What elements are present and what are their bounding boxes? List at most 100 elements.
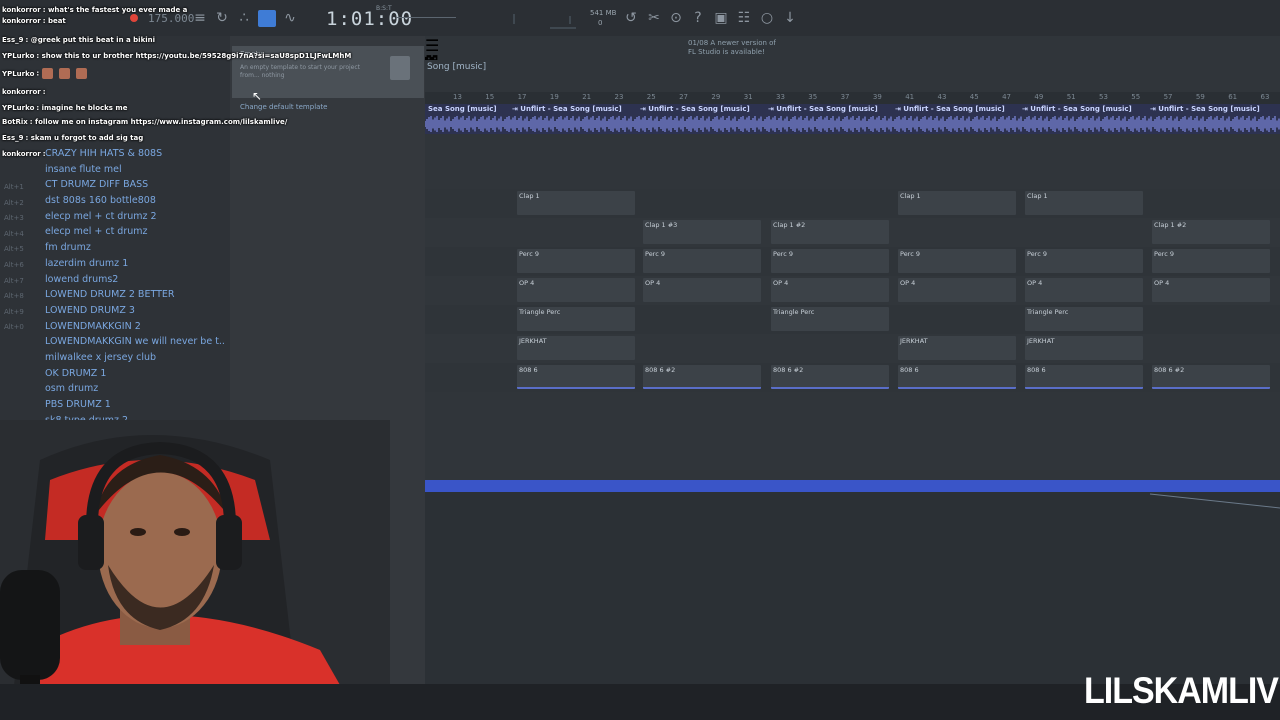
- browser-item[interactable]: fm drumz: [45, 240, 225, 256]
- browser-item[interactable]: LOWENDMAKKGIN we will never be t...: [45, 334, 225, 350]
- wave-icon[interactable]: ∿: [282, 10, 298, 26]
- ruler-bar-number: 21: [582, 93, 592, 101]
- chat-username: konkorror: [2, 17, 41, 25]
- update-notification[interactable]: 01/08 A newer version of FL Studio is av…: [688, 39, 778, 57]
- chat-separator: :: [42, 88, 46, 96]
- ruler-bar-number: 17: [517, 93, 527, 101]
- ruler-bar-number: 19: [549, 93, 559, 101]
- ruler-bar-number: 63: [1260, 93, 1270, 101]
- download-icon[interactable]: ↓: [782, 10, 798, 26]
- chat-username: konkorror: [2, 6, 41, 14]
- metronome-icon[interactable]: ≡: [192, 10, 208, 26]
- pattern-clip-label: Perc 9: [900, 250, 920, 258]
- playlist-tool-icon[interactable]: ☰: [425, 36, 1280, 55]
- ruler-bar-number: 43: [937, 93, 947, 101]
- browser-item[interactable]: lowend drums2: [45, 272, 225, 288]
- browser-item[interactable]: osm drumz: [45, 381, 225, 397]
- ruler-bar-number: 33: [776, 93, 785, 101]
- playlist-empty-area: [425, 492, 1280, 684]
- save-icon[interactable]: ▣: [713, 10, 729, 26]
- audio-clip-label[interactable]: ⇥ Unflirt - Sea Song [music]: [512, 105, 622, 113]
- shortcut-label: Alt+4: [4, 229, 24, 238]
- timeline-ruler[interactable]: 13 15 17 19 21 23 25 27 29 31 33 35 37 39 41 43 45 47 49 51…: [425, 92, 1280, 104]
- pattern-clip[interactable]: [1152, 278, 1270, 302]
- chat-username: YPLurko: [2, 52, 35, 60]
- chat-separator: :: [42, 150, 46, 158]
- pattern-clip[interactable]: [771, 278, 889, 302]
- waveform-path: [425, 116, 1280, 132]
- memory-sub-readout: 0: [598, 19, 603, 27]
- pattern-clip[interactable]: [643, 278, 761, 302]
- ruler-bar-number: 55: [1131, 93, 1141, 101]
- browser-item[interactable]: insane flute mel: [45, 162, 225, 178]
- ruler-bar-number: 13: [453, 93, 462, 101]
- audio-clip-label[interactable]: ⇥ Unflirt - Sea Song [music]: [640, 105, 750, 113]
- browser-item[interactable]: LOWEND DRUMZ 2 BETTER: [45, 287, 225, 303]
- change-template-link[interactable]: Change default template: [240, 103, 327, 111]
- browser-item[interactable]: CT DRUMZ DIFF BASS: [45, 177, 225, 193]
- master-volume-slider[interactable]: [396, 17, 456, 18]
- chat-bubble-icon[interactable]: ○: [759, 10, 775, 26]
- ruler-bar-number: 59: [1195, 93, 1205, 101]
- browser-item[interactable]: milwalkee x jersey club: [45, 350, 225, 366]
- chat-message: konkorror: what's the fastest you ever m…: [2, 6, 187, 14]
- browser-item[interactable]: CRAZY HIH HATS & 808S: [45, 146, 225, 162]
- chat-text: follow me on instagram https://www.insta…: [35, 118, 288, 126]
- audio-clip-label[interactable]: ⇥ Unflirt - Sea Song [music]: [1022, 105, 1132, 113]
- ruler-bar-number: 49: [1034, 93, 1044, 101]
- chat-message: konkorror:: [2, 150, 46, 158]
- browser-item[interactable]: elecp mel + ct drumz 2: [45, 209, 225, 225]
- pattern-clip-label: Clap 1: [519, 192, 540, 200]
- chat-text: @greek put this beat in a bikini: [30, 36, 156, 44]
- pattern-clip[interactable]: [1025, 278, 1143, 302]
- ruler-bar-number: 45: [969, 93, 979, 101]
- chat-emote-icon: [41, 68, 53, 79]
- chat-message: konkorror: beat: [2, 17, 66, 25]
- browser-item[interactable]: OK DRUMZ 1: [45, 366, 225, 382]
- loop-icon[interactable]: ↻: [214, 10, 230, 26]
- browser-shortcut-column: Alt+1 Alt+2 Alt+3 Alt+4 Alt+5 Alt+6 Alt+…: [0, 180, 30, 336]
- template-description: An empty template to start your project: [240, 64, 360, 71]
- chat-message: Ess_9: skam u forgot to add sig tag: [2, 134, 143, 142]
- undo-icon[interactable]: ↺: [623, 10, 639, 26]
- chat-username: Ess_9: [2, 36, 24, 44]
- record-icon[interactable]: [130, 14, 138, 22]
- ruler-bar-number: 29: [711, 93, 721, 101]
- song-mode-toggle[interactable]: [258, 10, 276, 27]
- audio-clip-label[interactable]: Sea Song [music]: [428, 105, 497, 113]
- cut-icon[interactable]: ✂: [646, 10, 662, 26]
- pattern-clip-label: Perc 9: [1154, 250, 1174, 258]
- chat-username: BotRix: [2, 118, 28, 126]
- browser-item[interactable]: LOWENDMAKKGIN 2: [45, 319, 225, 335]
- browser-item[interactable]: PBS DRUMZ 1: [45, 397, 225, 413]
- audio-clip-label[interactable]: ⇥ Unflirt - Sea Song [music]: [895, 105, 1005, 113]
- pattern-clip-label: OP 4: [1154, 279, 1170, 287]
- mic-icon[interactable]: ⊙: [668, 10, 684, 26]
- chat-message: BotRix: follow me on instagram https://w…: [2, 118, 287, 126]
- help-icon[interactable]: ?: [690, 10, 706, 26]
- audio-clip-label[interactable]: ⇥ Unflirt - Sea Song [music]: [768, 105, 878, 113]
- pattern-clip[interactable]: [517, 278, 635, 302]
- pattern-clip-label: 808 6: [1027, 366, 1046, 374]
- main-toolbar: 175.000 ≡ ↻ ∴ ∿ 1:01:00 B:S:T 541 MB 0 ↺…: [0, 0, 1280, 36]
- pattern-rows: Clap 1 Clap 1 Clap 1 Clap 1 #3 Clap 1 #2 Clap…: [425, 134, 1280, 394]
- template-file-icon: [390, 56, 410, 80]
- step-icon[interactable]: ∴: [236, 10, 252, 26]
- chat-message: YPLurko:: [2, 68, 93, 79]
- automation-clip[interactable]: [425, 480, 1280, 492]
- browser-item[interactable]: elecp mel + ct drumz: [45, 224, 225, 240]
- time-display: 1:01:00: [326, 8, 414, 30]
- chat-text: beat: [47, 17, 66, 25]
- chat-message: Ess_9: @greek put this beat in a bikini: [2, 36, 155, 44]
- chat-username: konkorror: [2, 150, 41, 158]
- browser-item[interactable]: dst 808s 160 bottle808: [45, 193, 225, 209]
- browser-item[interactable]: lazerdim drumz 1: [45, 256, 225, 272]
- chat-message: YPLurko: imagine he blocks me: [2, 104, 127, 112]
- pattern-clip-label: 808 6 #2: [773, 366, 804, 374]
- ruler-bar-number: 37: [840, 93, 850, 101]
- browser-item[interactable]: LOWEND DRUMZ 3: [45, 303, 225, 319]
- pattern-clip[interactable]: [898, 278, 1016, 302]
- pattern-clip-label: OP 4: [1027, 279, 1043, 287]
- audio-clip-label[interactable]: ⇥ Unflirt - Sea Song [music]: [1150, 105, 1260, 113]
- mixer-icon[interactable]: ☷: [736, 10, 752, 26]
